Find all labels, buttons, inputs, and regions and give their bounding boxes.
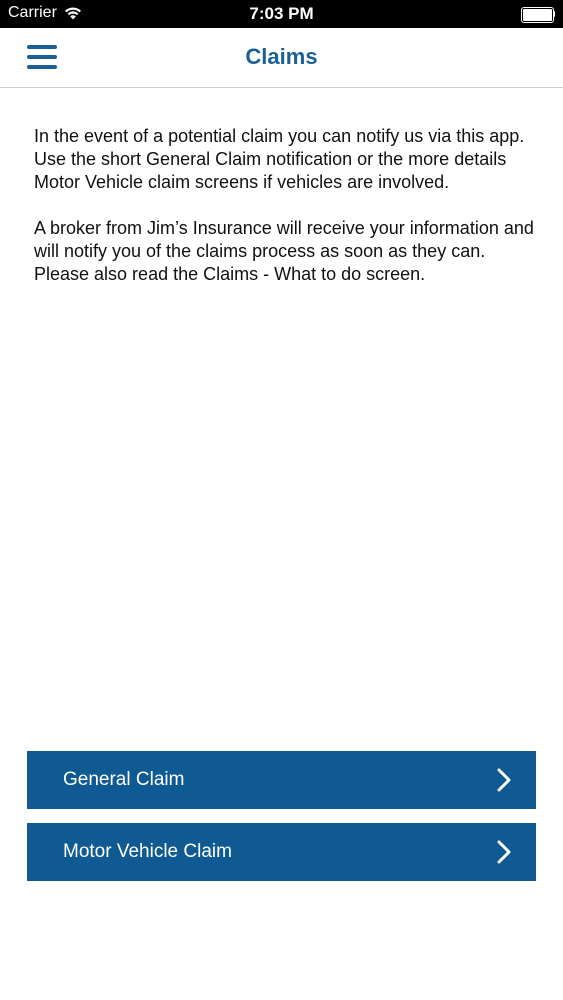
general-claim-button[interactable]: General Claim [27, 751, 536, 809]
status-bar: Carrier 7:03 PM [0, 0, 563, 28]
claims-screen: Carrier 7:03 PM Claims In the event of a… [0, 0, 563, 1000]
battery-icon [521, 7, 555, 23]
intro-paragraph-2: A broker from Jim’s Insurance will recei… [34, 218, 534, 284]
chevron-right-icon [497, 768, 511, 792]
nav-bar: Claims [0, 28, 563, 88]
intro-paragraph-1: In the event of a potential claim you ca… [34, 126, 525, 192]
general-claim-label: General Claim [63, 769, 185, 790]
claims-intro: In the event of a potential claim you ca… [34, 125, 534, 309]
chevron-right-icon [497, 840, 511, 864]
motor-vehicle-claim-button[interactable]: Motor Vehicle Claim [27, 823, 536, 881]
status-time: 7:03 PM [249, 4, 314, 23]
page-title: Claims [245, 44, 318, 69]
motor-vehicle-claim-label: Motor Vehicle Claim [63, 841, 232, 862]
